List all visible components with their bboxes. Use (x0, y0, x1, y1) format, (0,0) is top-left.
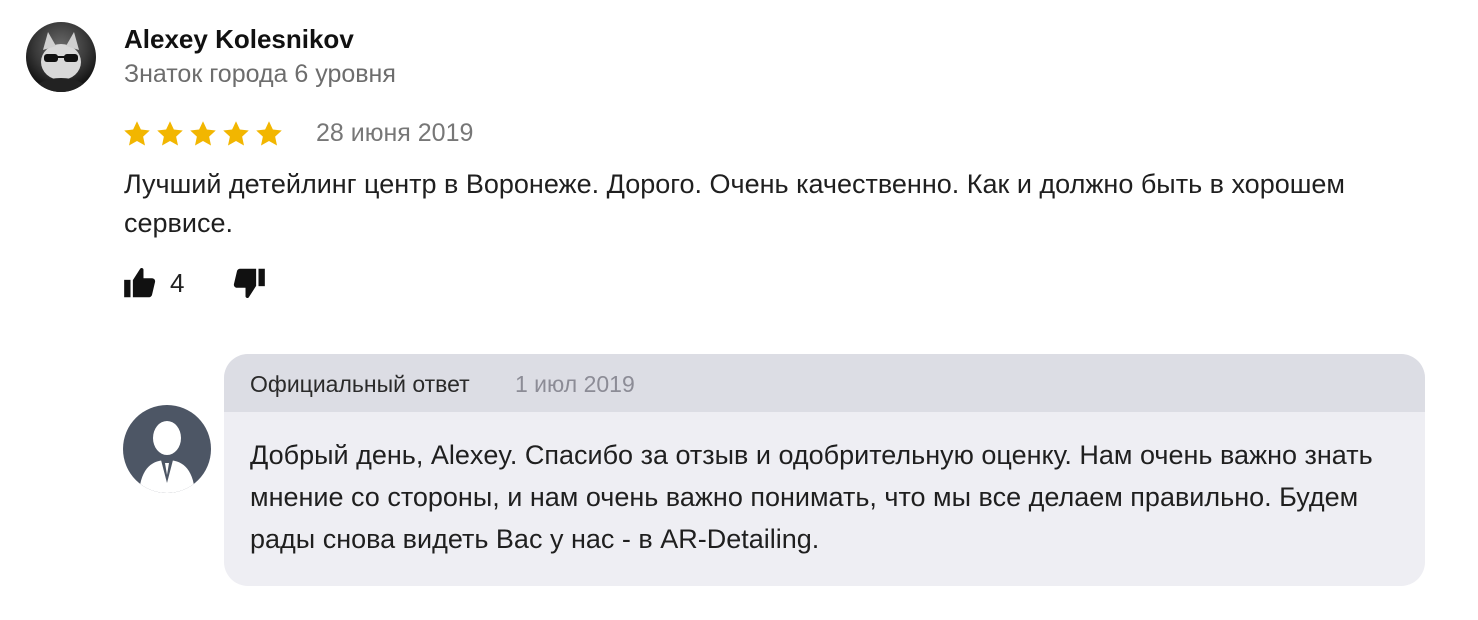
reply-label: Официальный ответ (250, 371, 470, 397)
author-name[interactable]: Alexey Kolesnikov (124, 24, 354, 55)
author-level: Знаток города 6 уровня (124, 60, 396, 88)
star-icon (223, 121, 249, 146)
like-button[interactable] (121, 264, 159, 302)
rating-stars (122, 119, 284, 149)
reply-date: 1 июл 2019 (515, 371, 635, 397)
review-date: 28 июня 2019 (316, 119, 474, 147)
star-icon (157, 121, 183, 146)
like-count: 4 (170, 268, 185, 298)
dislike-button[interactable] (230, 264, 268, 302)
author-avatar[interactable] (26, 22, 96, 92)
business-avatar (123, 405, 211, 493)
official-reply: Официальный ответ 1 июл 2019 Добрый день… (224, 354, 1425, 586)
reply-header: Официальный ответ 1 июл 2019 (224, 354, 1425, 412)
star-icon (190, 121, 216, 146)
star-icon (256, 121, 282, 146)
star-icon (124, 121, 150, 146)
review-text: Лучший детейлинг центр в Воронеже. Дорог… (124, 169, 1345, 238)
person-silhouette-icon (139, 421, 195, 493)
thumbs-up-icon (124, 267, 156, 298)
thumbs-down-icon (233, 268, 265, 299)
reply-text: Добрый день, Alexey. Спасибо за отзыв и … (250, 440, 1373, 554)
